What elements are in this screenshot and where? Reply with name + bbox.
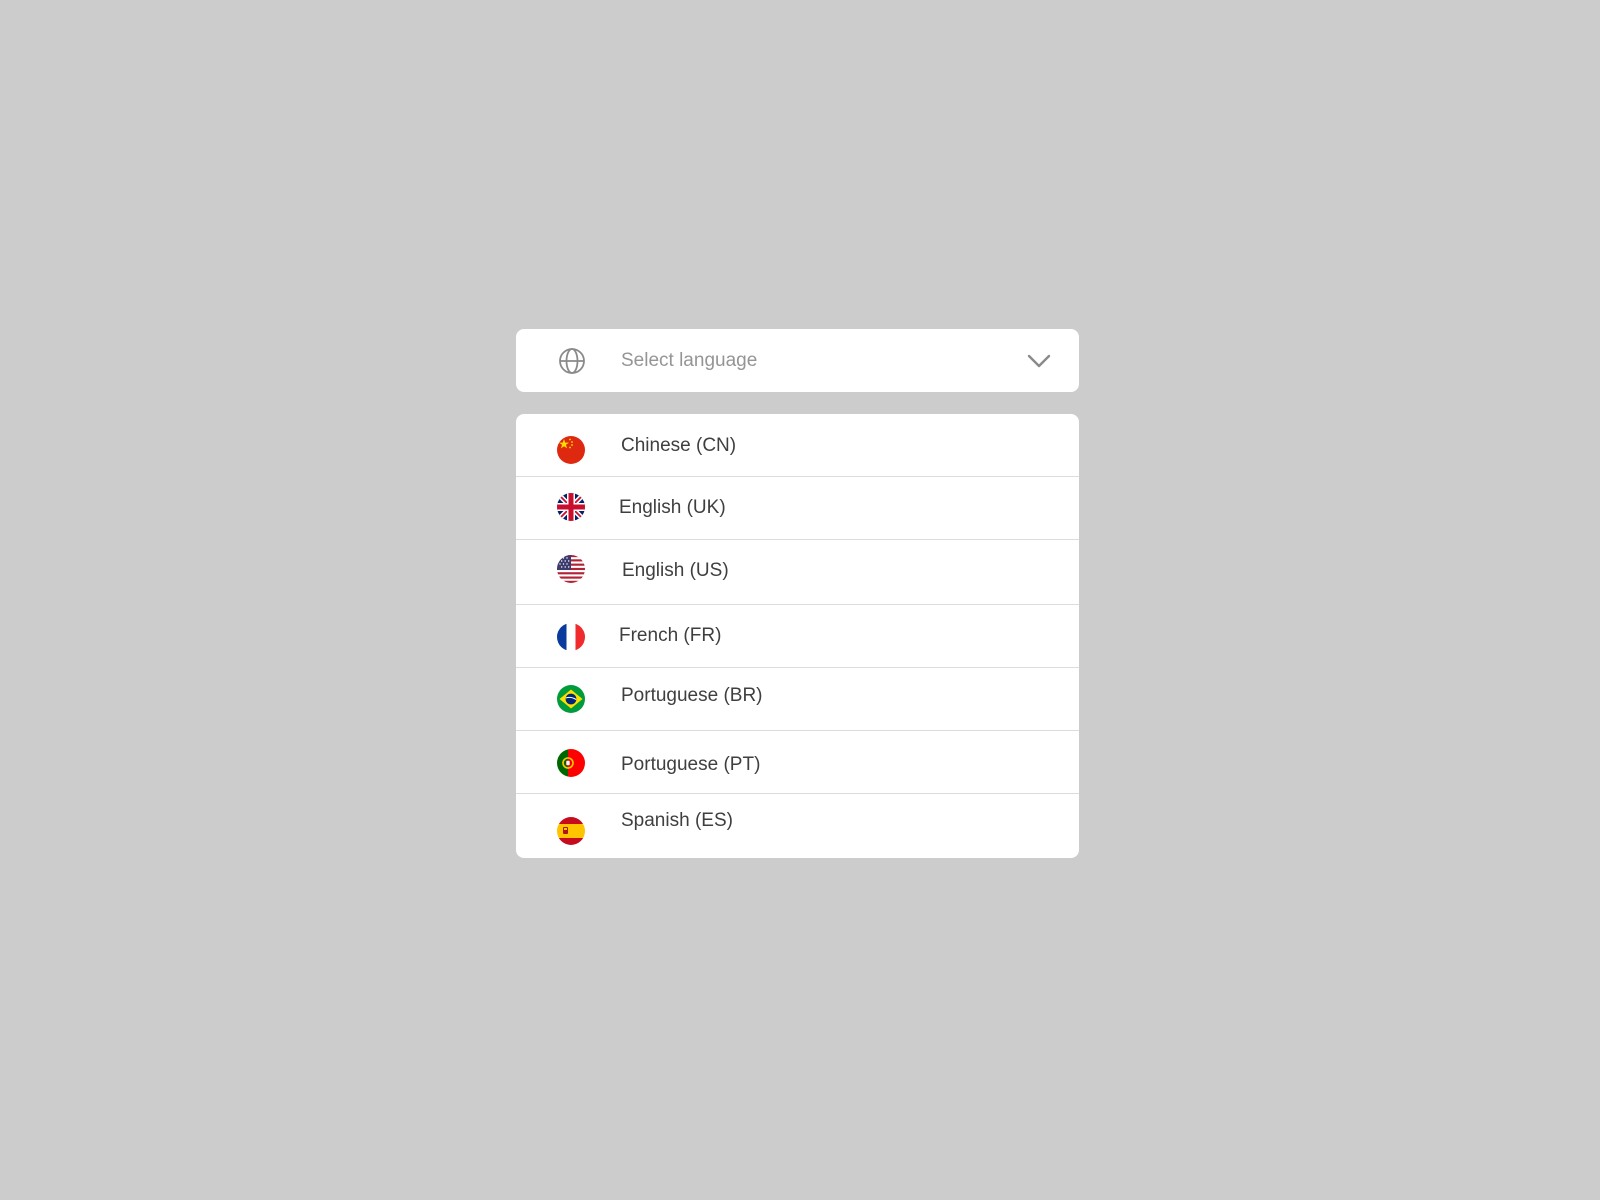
portugal-flag-icon bbox=[557, 749, 585, 777]
language-option-portuguese-br[interactable]: Portuguese (BR) bbox=[516, 668, 1079, 731]
language-option-label: English (UK) bbox=[619, 497, 726, 518]
select-placeholder: Select language bbox=[621, 350, 758, 371]
language-option-english-us[interactable]: English (US) bbox=[516, 540, 1079, 605]
language-options-list: Chinese (CN) English (UK) English (US) F… bbox=[516, 414, 1079, 858]
france-flag-icon bbox=[557, 623, 585, 651]
language-option-label: Portuguese (PT) bbox=[621, 754, 761, 775]
language-option-french-fr[interactable]: French (FR) bbox=[516, 605, 1079, 668]
brazil-flag-icon bbox=[557, 685, 585, 713]
language-option-spanish-es[interactable]: Spanish (ES) bbox=[516, 794, 1079, 858]
language-option-label: Chinese (CN) bbox=[621, 435, 737, 456]
language-option-english-uk[interactable]: English (UK) bbox=[516, 477, 1079, 540]
spain-flag-icon bbox=[557, 817, 585, 845]
language-option-portuguese-pt[interactable]: Portuguese (PT) bbox=[516, 731, 1079, 794]
chevron-down-icon[interactable] bbox=[1027, 351, 1051, 371]
language-option-label: English (US) bbox=[622, 560, 729, 581]
china-flag-icon bbox=[557, 436, 585, 464]
language-option-label: Portuguese (BR) bbox=[621, 685, 763, 706]
language-select[interactable]: Select language bbox=[516, 329, 1079, 392]
uk-flag-icon bbox=[557, 493, 585, 521]
language-option-label: French (FR) bbox=[619, 625, 722, 646]
language-option-label: Spanish (ES) bbox=[621, 810, 733, 831]
globe-icon bbox=[558, 347, 586, 375]
language-option-chinese-cn[interactable]: Chinese (CN) bbox=[516, 414, 1079, 477]
us-flag-icon bbox=[557, 555, 585, 583]
